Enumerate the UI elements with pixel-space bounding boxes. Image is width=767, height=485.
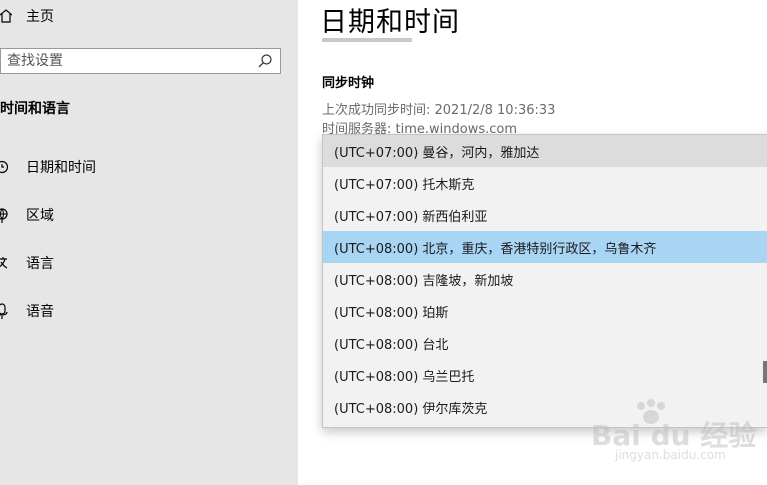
sidebar-item-language[interactable]: 语言 xyxy=(0,251,54,275)
timezone-dropdown-list[interactable]: (UTC+07:00) 曼谷，河内，雅加达 (UTC+07:00) 托木斯克 (… xyxy=(322,134,767,428)
clock-icon xyxy=(0,160,9,174)
search-icon[interactable] xyxy=(256,52,274,70)
baidu-jingyan-watermark: Bai du 经验 jingyan.baidu.com xyxy=(585,398,760,470)
sidebar-item-region[interactable]: 区域 xyxy=(0,203,54,227)
timezone-option[interactable]: (UTC+08:00) 乌兰巴托 xyxy=(323,359,767,391)
home-nav-item[interactable]: 主页 xyxy=(0,5,54,27)
timezone-option-selected[interactable]: (UTC+08:00) 北京，重庆，香港特别行政区，乌鲁木齐 xyxy=(323,231,767,263)
sidebar-item-label: 语言 xyxy=(26,256,54,272)
sidebar-item-label: 区域 xyxy=(26,208,54,224)
timezone-option[interactable]: (UTC+08:00) 台北 xyxy=(323,327,767,359)
timezone-option[interactable]: (UTC+07:00) 新西伯利亚 xyxy=(323,199,767,231)
globe-icon xyxy=(0,208,8,223)
microphone-icon xyxy=(0,303,8,319)
language-icon xyxy=(0,257,8,269)
section-title: 时间和语言 xyxy=(0,101,70,117)
settings-search-input[interactable] xyxy=(1,52,256,70)
last-sync-text: 上次成功同步时间: 2021/2/8 10:36:33 xyxy=(322,103,556,118)
timezone-option[interactable]: (UTC+07:00) 托木斯克 xyxy=(323,167,767,199)
home-icon xyxy=(0,9,12,23)
sidebar: 主页 时间和语言 日期和时间 区域 语言 xyxy=(0,0,298,485)
sidebar-item-label: 日期和时间 xyxy=(26,160,96,176)
sidebar-item-date-time[interactable]: 日期和时间 xyxy=(0,155,96,179)
sidebar-item-speech[interactable]: 语音 xyxy=(0,299,54,323)
dropdown-scrollbar-thumb[interactable] xyxy=(763,361,767,383)
timezone-option[interactable]: (UTC+08:00) 珀斯 xyxy=(323,295,767,327)
home-label: 主页 xyxy=(26,9,54,25)
title-underline xyxy=(322,38,412,42)
timezone-option[interactable]: (UTC+08:00) 吉隆坡，新加坡 xyxy=(323,263,767,295)
sidebar-item-label: 语音 xyxy=(26,304,54,320)
sync-clock-heading: 同步时钟 xyxy=(322,76,375,91)
page-title: 日期和时间 xyxy=(320,7,460,38)
watermark-url: jingyan.baidu.com xyxy=(615,448,726,462)
settings-search-box[interactable] xyxy=(0,48,281,74)
timezone-option[interactable]: (UTC+07:00) 曼谷，河内，雅加达 xyxy=(323,135,767,167)
